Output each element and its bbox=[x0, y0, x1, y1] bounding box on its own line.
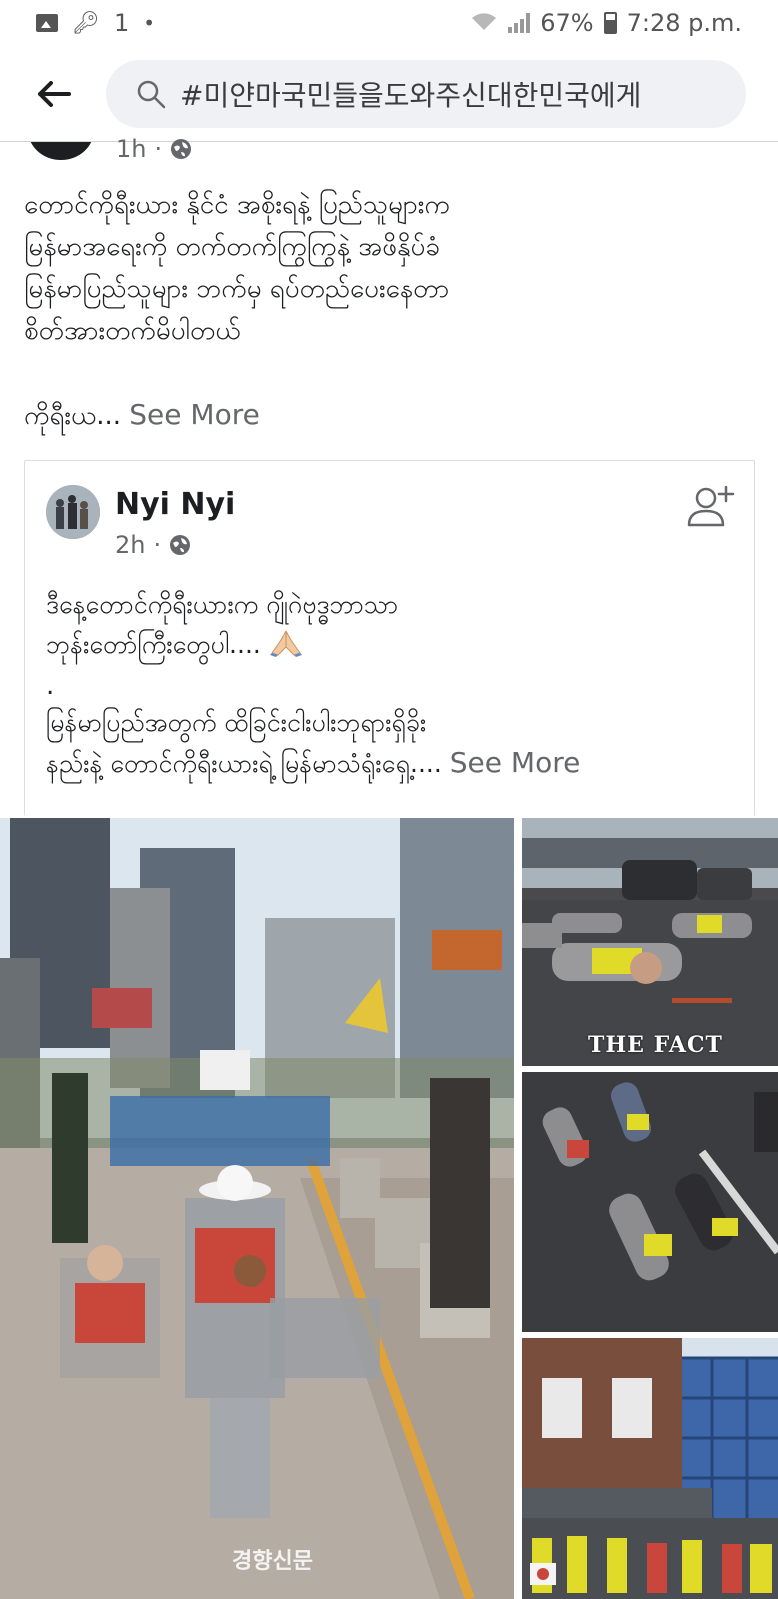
photo-grid: 경향신문 THE FACT bbox=[0, 818, 778, 1599]
post-meta: 1h · bbox=[116, 134, 192, 164]
post-time: 1h bbox=[116, 135, 147, 163]
key-icon: 🔑︎ bbox=[72, 10, 100, 36]
globe-icon bbox=[171, 139, 192, 159]
status-right: 67% 7:28 p.m. bbox=[470, 9, 742, 37]
status-left: 🔑︎ 1 • bbox=[36, 9, 155, 37]
clock: 7:28 p.m. bbox=[626, 9, 742, 37]
back-button[interactable] bbox=[30, 70, 78, 118]
globe-icon bbox=[170, 535, 191, 555]
add-friend-icon[interactable] bbox=[686, 481, 736, 531]
post-spacer bbox=[24, 352, 754, 394]
photo-watermark: 경향신문 bbox=[232, 1549, 313, 1574]
post-truncated-text: ကိုရီးယ... bbox=[24, 401, 122, 431]
shared-author-avatar[interactable] bbox=[46, 485, 100, 539]
photo-3-illustration bbox=[522, 1072, 778, 1332]
shared-see-more-link[interactable]: See More bbox=[450, 746, 581, 779]
praying-hands-emoji-icon bbox=[269, 630, 302, 657]
shared-post-card[interactable]: Nyi Nyi 2h · ဒီနေ့တောင်ကိုရီးယားက ဂျိုဂဲ… bbox=[24, 460, 755, 816]
search-bar[interactable]: #미얀마국민들을도와주신대한민국에게 bbox=[106, 60, 746, 128]
post-body: တောင်ကိုရီးယား နိုင်ငံ အစိုးရနဲ့ ပြည်သူမ… bbox=[24, 184, 754, 436]
meta-separator: · bbox=[153, 531, 162, 559]
photo-4-illustration bbox=[522, 1338, 778, 1599]
see-more-link[interactable]: See More bbox=[129, 398, 260, 431]
wifi-icon bbox=[470, 10, 498, 37]
search-icon bbox=[137, 80, 166, 109]
post-line: တောင်ကိုရီးယား နိုင်ငံ အစိုးရနဲ့ ပြည်သူမ… bbox=[24, 190, 450, 220]
photo-2-illustration bbox=[522, 818, 778, 1066]
more-notifications-dot-icon: • bbox=[143, 11, 156, 35]
shared-post-line: ဒီနေ့တောင်ကိုရီးယားက ဂျိုဂဲဗုဒ္ဓဘာသာ bbox=[46, 590, 399, 619]
shared-post-truncated: နည်းနဲ့ တောင်ကိုရီးယားရဲ့ မြန်မာသံရုံးရှ… bbox=[46, 743, 746, 784]
back-arrow-icon bbox=[38, 81, 71, 107]
shared-post-line-with-emoji: ဘုန်းတော်ကြီးတွေပါ.... bbox=[46, 625, 746, 665]
photo-main-street-procession[interactable]: 경향신문 bbox=[0, 818, 514, 1599]
shared-post-truncated-text: နည်းနဲ့ တောင်ကိုရီးယားရဲ့ မြန်မာသံရုံးရှ… bbox=[46, 749, 442, 778]
post-line: မြန်မာအရေးကို တက်တက်ကြွကြွနဲ့ အဖိနှိပ်ခံ bbox=[24, 232, 440, 262]
battery-icon bbox=[603, 12, 617, 34]
meta-separator: · bbox=[154, 135, 163, 163]
gallery-notification-icon bbox=[36, 14, 58, 32]
shared-post-dot: . bbox=[46, 671, 55, 701]
shared-author-name[interactable]: Nyi Nyi bbox=[115, 487, 235, 522]
search-input[interactable]: #미얀마국민들을도와주신대한민국에게 bbox=[180, 74, 740, 114]
photo-monks-prostrating-road[interactable]: THE FACT bbox=[522, 818, 778, 1066]
signal-icon bbox=[508, 13, 531, 33]
status-bar: 🔑︎ 1 • 67% 7:28 p.m. bbox=[0, 0, 778, 46]
shared-post-line: ဘုန်းတော်ကြီးတွေပါ.... bbox=[46, 630, 261, 659]
shared-post-line: မြန်မာပြည်အတွက် ထိခြင်းငါးပါးဘုရားရှိခို… bbox=[46, 708, 427, 737]
photo-embassy-protest[interactable] bbox=[522, 1338, 778, 1599]
search-header: #미얀마국민들을도와주신대한민국에게 bbox=[0, 46, 778, 142]
shared-post-body: ဒီနေ့တောင်ကိုရီးယားက ဂျိုဂဲဗုဒ္ဓဘာသာ ဘုန… bbox=[46, 585, 746, 784]
shared-post-meta: 2h · bbox=[115, 531, 191, 559]
photo-watermark-the-fact: THE FACT bbox=[588, 1032, 723, 1058]
photo-monks-lying-street[interactable] bbox=[522, 1072, 778, 1332]
notification-count: 1 bbox=[113, 9, 130, 37]
post-line: စိတ်အားတက်မိပါတယ် bbox=[24, 316, 241, 346]
shared-post-time: 2h bbox=[115, 531, 146, 559]
post-truncated: ကိုရီးယ... See More bbox=[24, 394, 754, 436]
photo-main-illustration bbox=[0, 818, 514, 1599]
post-line: မြန်မာပြည်သူများ ဘက်မှ ရပ်တည်ပေးနေတာ bbox=[24, 274, 450, 304]
battery-percent: 67% bbox=[540, 9, 594, 37]
